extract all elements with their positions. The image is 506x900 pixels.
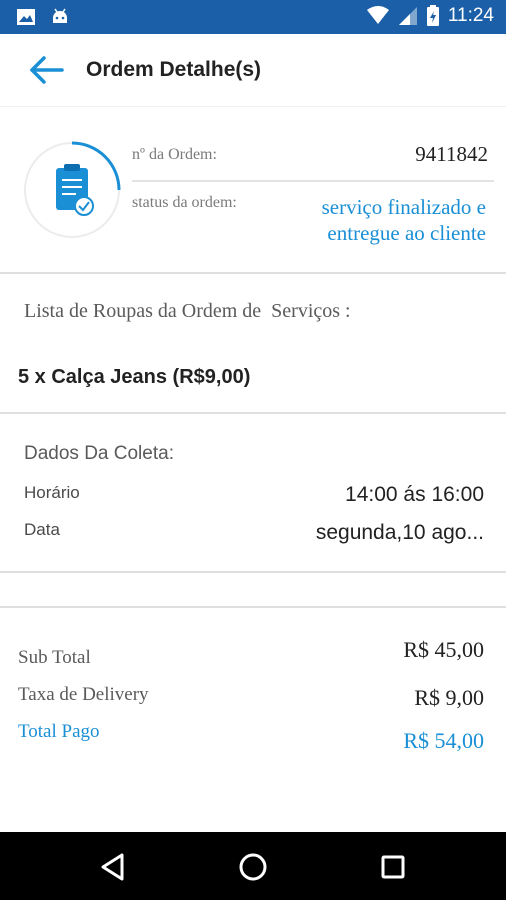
pickup-date-label: Data (24, 520, 60, 539)
battery-icon (426, 5, 439, 26)
total-paid-value: R$ 54,00 (403, 728, 484, 753)
signal-icon (398, 7, 417, 25)
divider (0, 272, 506, 274)
arrow-back-icon (30, 56, 64, 84)
status-bar: 11:24 (0, 0, 506, 34)
pickup-time-value: 14:00 ás 16:00 (345, 483, 484, 506)
divider (0, 412, 506, 414)
order-number: 9411842 (415, 142, 488, 166)
back-button[interactable] (26, 54, 66, 86)
recents-square-icon (381, 855, 405, 879)
order-status-value: serviço finalizado e entregue ao cliente (256, 194, 486, 246)
divider (0, 106, 506, 107)
nav-home-button[interactable] (236, 850, 270, 884)
subtotal-label: Sub Total (18, 647, 91, 668)
order-status-line: serviço finalizado e (321, 195, 486, 219)
image-icon (17, 9, 35, 25)
back-triangle-icon (101, 853, 124, 881)
delivery-fee-label: Taxa de Delivery (18, 684, 149, 705)
pickup-time-label: Horário (24, 483, 80, 502)
clothes-list-title: Lista de Roupas da Ordem de Serviços : (24, 300, 351, 322)
total-paid-label: Total Pago (18, 721, 100, 742)
nav-recents-button[interactable] (376, 850, 410, 884)
order-status-label: status da ordem: (132, 194, 237, 211)
subtotal-value: R$ 45,00 (403, 637, 484, 662)
pickup-title: Dados Da Coleta: (24, 443, 174, 464)
order-card: nº da Ordem: 9411842 status da ordem: se… (0, 118, 506, 270)
delivery-fee-value: R$ 9,00 (414, 685, 484, 710)
nav-back-button[interactable] (96, 850, 130, 884)
clothes-list-item: 5 x Calça Jeans (R$9,00) (18, 366, 251, 388)
order-number-label: nº da Ordem: (132, 146, 217, 163)
divider (132, 180, 494, 182)
system-nav-bar (0, 832, 506, 900)
app-bar: Ordem Detalhe(s) (0, 34, 506, 106)
clipboard-check-icon (24, 141, 121, 238)
status-time: 11:24 (447, 5, 494, 26)
android-icon (53, 8, 67, 23)
divider (0, 571, 506, 573)
order-avatar (22, 140, 122, 240)
divider (0, 606, 506, 608)
wifi-icon (366, 6, 389, 24)
page-title: Ordem Detalhe(s) (86, 58, 262, 81)
order-status-line: entregue ao cliente (327, 221, 486, 245)
pickup-date-value: segunda,10 ago... (315, 521, 484, 544)
home-circle-icon (239, 853, 267, 881)
